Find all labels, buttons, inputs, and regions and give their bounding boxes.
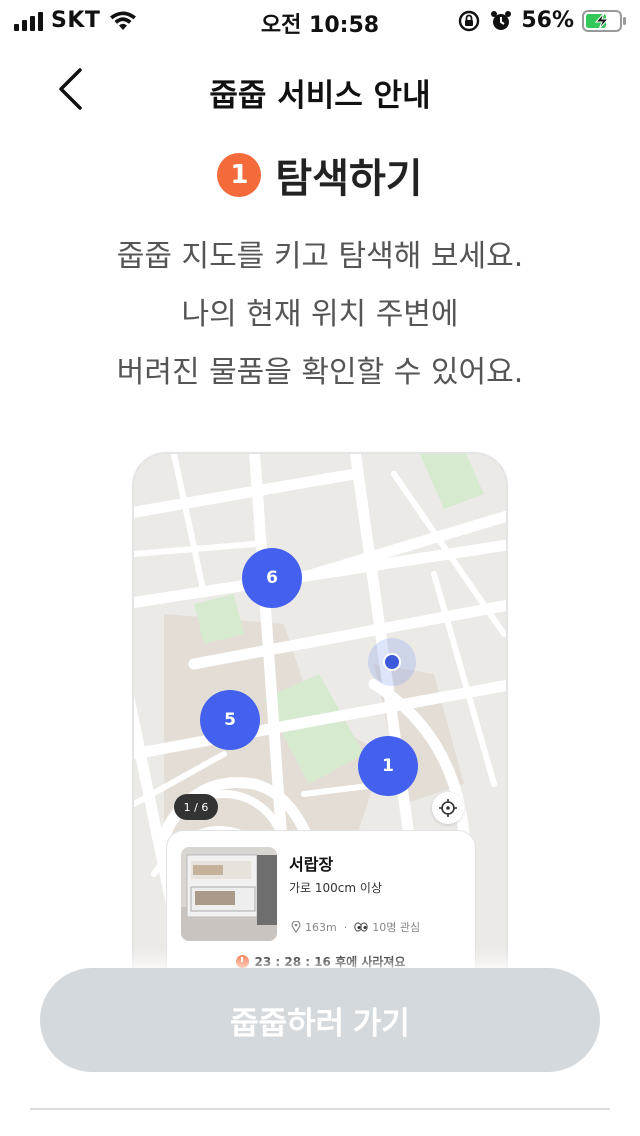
locate-me-button[interactable]: [432, 792, 464, 824]
current-location-dot: [383, 653, 401, 671]
orientation-lock-icon: [459, 10, 480, 31]
item-thumbnail: [181, 847, 277, 941]
meta-separator: ·: [343, 920, 348, 934]
battery-percent: 56%: [521, 8, 574, 33]
header: 줍줍 서비스 안내: [0, 48, 640, 128]
page-title: 줍줍 서비스 안내: [209, 78, 431, 114]
go-pickup-button[interactable]: 줍줍하러 가기: [40, 968, 600, 1072]
phone-mockup: 6 5 1 1 / 6 서랍장 가로 100cm 이상 163m · 10명 관…: [132, 452, 508, 992]
item-distance: 163m: [305, 920, 337, 934]
description-line: 버려진 물품을 확인할 수 있어요.: [116, 355, 524, 390]
description-line: 줍줍 지도를 키고 탐색해 보세요.: [116, 239, 524, 274]
map-cluster-marker[interactable]: 1: [358, 736, 418, 796]
clock-icon: [236, 955, 250, 968]
page-indicator: 1 / 6: [174, 794, 218, 820]
eyes-icon: [354, 922, 369, 932]
home-indicator-divider: [30, 1108, 610, 1110]
status-bar: SKT 오전 10:58 56%: [0, 0, 640, 40]
map-cluster-marker[interactable]: 5: [200, 690, 260, 750]
map-cluster-marker[interactable]: 6: [242, 548, 302, 608]
item-name: 서랍장: [289, 855, 334, 874]
status-right: 56%: [457, 8, 628, 33]
step-number-badge: 1: [217, 153, 262, 197]
item-meta: 163m · 10명 관심: [291, 919, 420, 935]
battery-charging-icon: [582, 9, 626, 32]
crosshair-icon: [439, 799, 457, 817]
alarm-icon: [491, 10, 512, 30]
description-line: 나의 현재 위치 주변에: [181, 297, 459, 332]
item-description: 가로 100cm 이상: [289, 881, 382, 895]
step-heading: 1 탐색하기: [0, 146, 640, 204]
item-interest-count: 10명 관심: [372, 921, 421, 934]
step-description: 줍줍 지도를 키고 탐색해 보세요. 나의 현재 위치 주변에 버려진 물품을 …: [0, 228, 640, 402]
location-pin-icon: [291, 921, 301, 933]
step-title: 탐색하기: [275, 156, 423, 202]
current-location-marker: [368, 638, 416, 686]
